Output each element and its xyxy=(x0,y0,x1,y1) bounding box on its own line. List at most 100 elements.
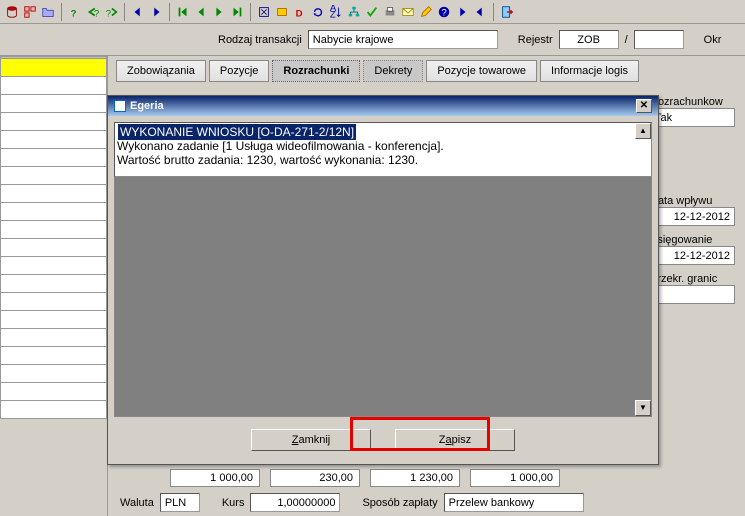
svg-text:D: D xyxy=(296,8,303,19)
record-list xyxy=(0,56,108,516)
exit-icon[interactable] xyxy=(499,4,515,20)
ksieg-input[interactable] xyxy=(650,246,735,265)
przekr-input[interactable] xyxy=(650,285,735,304)
kurs-input[interactable] xyxy=(250,493,340,512)
amount-1: 1 000,00 xyxy=(170,469,260,487)
svg-text:Z: Z xyxy=(330,9,336,19)
list-item[interactable] xyxy=(0,149,107,167)
data-wp-label: Data wpływu xyxy=(650,195,745,207)
prev-blue2-icon[interactable] xyxy=(472,4,488,20)
scroll-up-icon[interactable]: ▲ xyxy=(635,123,651,139)
delete-icon[interactable]: D xyxy=(292,4,308,20)
list-item[interactable] xyxy=(0,383,107,401)
rejestr-input[interactable] xyxy=(559,30,619,49)
tree-icon[interactable] xyxy=(346,4,362,20)
rozrach-label: Rozrachunkow xyxy=(650,96,745,108)
list-item[interactable] xyxy=(0,113,107,131)
tab-dekrety[interactable]: Dekrety xyxy=(363,60,423,82)
db-icon[interactable] xyxy=(4,4,20,20)
tab-zobowiazania[interactable]: Zobowiązania xyxy=(116,60,206,82)
tabs: Zobowiązania Pozycje Rozrachunki Dekrety… xyxy=(108,56,745,90)
right-panel: Rozrachunkow Data wpływu Księgowanie Prz… xyxy=(650,146,745,312)
rozrach-input[interactable] xyxy=(650,108,735,127)
undo-icon[interactable]: ? xyxy=(85,4,101,20)
main-toolbar: ? ? ? D AZ ? xyxy=(0,0,745,24)
sort-az-icon[interactable]: AZ xyxy=(328,4,344,20)
list-item[interactable] xyxy=(0,257,107,275)
amount-2: 230,00 xyxy=(270,469,360,487)
check-icon[interactable] xyxy=(364,4,380,20)
list-item[interactable] xyxy=(0,311,107,329)
zapisz-button[interactable]: Zapisz xyxy=(395,429,515,451)
list-item[interactable] xyxy=(0,59,107,77)
list-item[interactable] xyxy=(0,167,107,185)
kurs-label: Kurs xyxy=(222,497,245,509)
edit-icon[interactable] xyxy=(418,4,434,20)
tool-icon-2[interactable] xyxy=(274,4,290,20)
svg-text:?: ? xyxy=(106,8,111,19)
redo-help-icon[interactable]: ? xyxy=(103,4,119,20)
next-green-icon[interactable] xyxy=(211,4,227,20)
list-item[interactable] xyxy=(0,293,107,311)
first-icon[interactable] xyxy=(175,4,191,20)
next-blue-icon[interactable] xyxy=(148,4,164,20)
tab-informacje-logis[interactable]: Informacje logis xyxy=(540,60,639,82)
list-item[interactable] xyxy=(0,221,107,239)
sposob-label: Sposób zapłaty xyxy=(362,497,437,509)
app-icon xyxy=(114,100,126,112)
help2-icon[interactable]: ? xyxy=(436,4,452,20)
msg-line-1: Wykonano zadanie [1 Usługa wideofilmowan… xyxy=(115,139,651,153)
ksieg-label: Księgowanie xyxy=(650,234,745,246)
waluta-input[interactable] xyxy=(160,493,200,512)
list-item[interactable] xyxy=(0,203,107,221)
list-item[interactable] xyxy=(0,131,107,149)
scroll-down-icon[interactable]: ▼ xyxy=(635,400,651,416)
svg-text:?: ? xyxy=(441,7,446,18)
folder-icon[interactable] xyxy=(40,4,56,20)
list-item[interactable] xyxy=(0,185,107,203)
close-icon[interactable]: ✕ xyxy=(636,99,652,113)
rodzaj-label: Rodzaj transakcji xyxy=(218,34,302,46)
sposob-input[interactable] xyxy=(444,493,584,512)
list-item[interactable] xyxy=(0,95,107,113)
help-icon[interactable]: ? xyxy=(67,4,83,20)
last-icon[interactable] xyxy=(229,4,245,20)
next-blue2-icon[interactable] xyxy=(454,4,470,20)
message-box: WYKONANIE WNIOSKU [O-DA-271-2/12N] Wykon… xyxy=(114,122,652,177)
layout-icon[interactable] xyxy=(22,4,38,20)
list-item[interactable] xyxy=(0,401,107,419)
zamknij-button[interactable]: Zamknij xyxy=(251,429,371,451)
mail-icon[interactable] xyxy=(400,4,416,20)
prev-blue-icon[interactable] xyxy=(130,4,146,20)
list-item[interactable] xyxy=(0,365,107,383)
msg-line-2: Wartość brutto zadania: 1230, wartość wy… xyxy=(115,153,651,167)
okr-label: Okr xyxy=(704,34,722,46)
tab-pozycje-towarowe[interactable]: Pozycje towarowe xyxy=(426,60,537,82)
svg-text:?: ? xyxy=(71,8,77,19)
przekr-label: Przekr. granic xyxy=(650,273,745,285)
list-item[interactable] xyxy=(0,329,107,347)
dialog-titlebar: Egeria ✕ xyxy=(108,96,658,116)
msg-header: WYKONANIE WNIOSKU [O-DA-271-2/12N] xyxy=(118,124,356,140)
print-icon[interactable] xyxy=(382,4,398,20)
amount-4: 1 000,00 xyxy=(470,469,560,487)
rejestr-label: Rejestr xyxy=(518,34,553,46)
slash-label: / xyxy=(625,34,628,46)
list-item[interactable] xyxy=(0,275,107,293)
rejestr-num-input[interactable] xyxy=(634,30,684,49)
tool-icon-1[interactable] xyxy=(256,4,272,20)
data-wp-input[interactable] xyxy=(650,207,735,226)
list-item[interactable] xyxy=(0,77,107,95)
tab-pozycje[interactable]: Pozycje xyxy=(209,60,270,82)
svg-text:?: ? xyxy=(94,8,99,19)
refresh-icon[interactable] xyxy=(310,4,326,20)
tab-rozrachunki[interactable]: Rozrachunki xyxy=(272,60,360,82)
filter-bar: Rodzaj transakcji Rejestr / Okr xyxy=(0,24,745,56)
rodzaj-input[interactable] xyxy=(308,30,498,49)
dialog-egeria: Egeria ✕ WYKONANIE WNIOSKU [O-DA-271-2/1… xyxy=(107,95,659,465)
prev-green-icon[interactable] xyxy=(193,4,209,20)
list-item[interactable] xyxy=(0,239,107,257)
amount-3: 1 230,00 xyxy=(370,469,460,487)
list-item[interactable] xyxy=(0,347,107,365)
dialog-content-area: ▼ xyxy=(114,177,652,417)
